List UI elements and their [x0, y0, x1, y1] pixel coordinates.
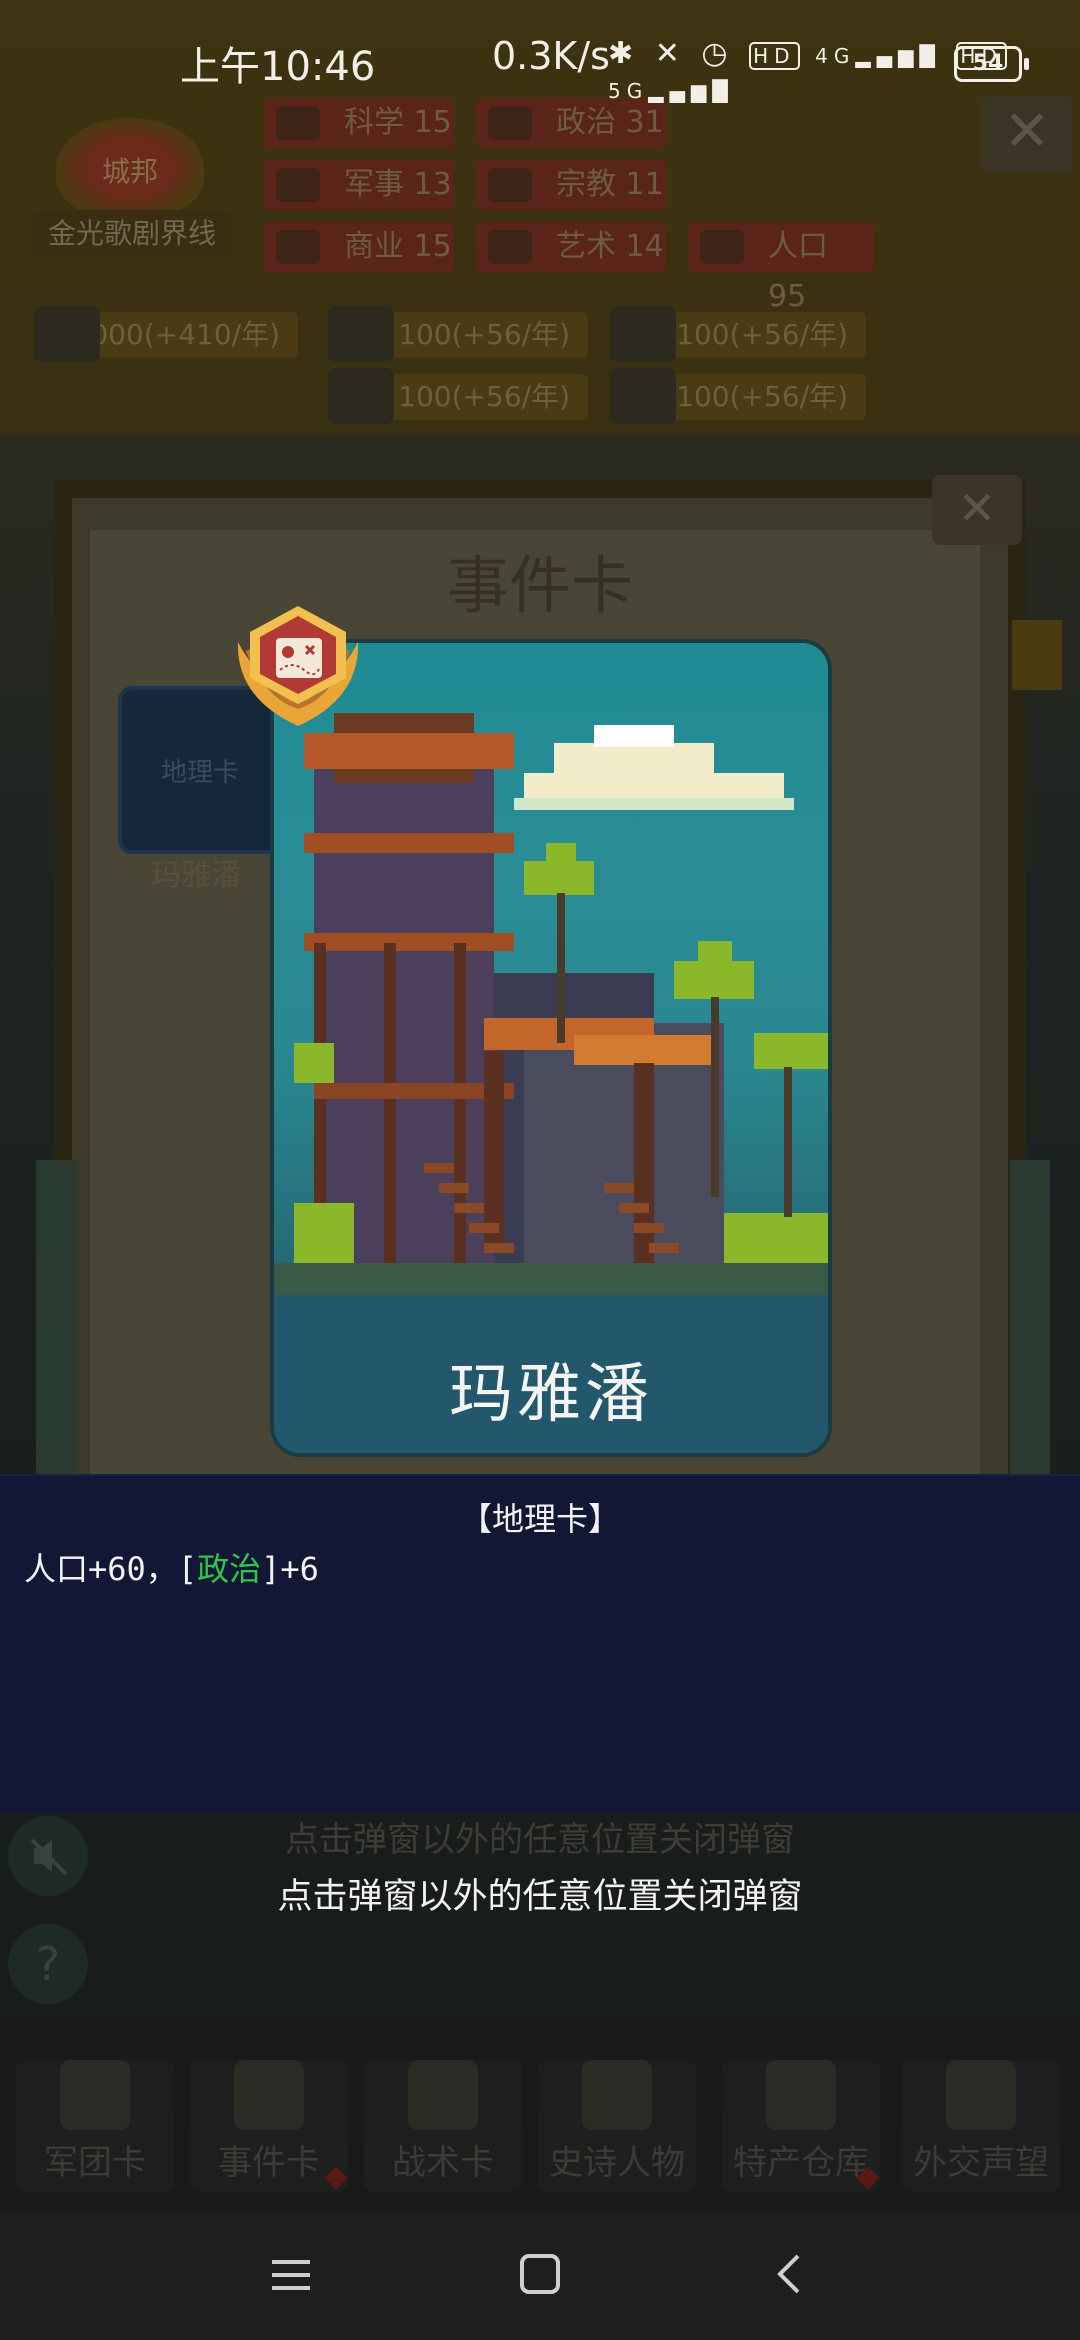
- panel-close-button[interactable]: ✕: [932, 475, 1022, 545]
- geography-card-popup: 玛雅潘: [274, 643, 828, 1453]
- stat-population: 人口 95: [688, 222, 874, 314]
- panel-title: 事件卡: [446, 549, 633, 622]
- tab-legion-card[interactable]: 军团卡: [16, 2060, 174, 2192]
- effect-text-prefix: 人口+60，[: [24, 1550, 198, 1588]
- art-icon: [488, 230, 532, 264]
- stat-commerce: 商业 15: [264, 222, 454, 272]
- mute-icon: ✕: [654, 36, 686, 71]
- helmet-icon: [60, 2060, 130, 2130]
- effect-highlight: 政治: [197, 1550, 262, 1588]
- help-button[interactable]: ?: [8, 1924, 88, 2004]
- wood-icon: [328, 306, 394, 362]
- gold-icon: [34, 306, 100, 362]
- cloud: [514, 725, 794, 810]
- 4g-signal-icon: 4G▂▄▆█: [815, 44, 941, 68]
- stat-religion: 宗教 11: [476, 160, 666, 210]
- stone-icon: [328, 368, 394, 424]
- stat-military: 军事 13: [264, 160, 454, 210]
- bluetooth-icon: ✱: [608, 36, 640, 71]
- cannon-icon: [234, 2060, 304, 2130]
- thumbnail-label: 地理卡: [160, 758, 239, 788]
- panel-side-ornament: [1010, 1160, 1050, 1480]
- hd-icon: HD: [749, 42, 800, 70]
- battery-icon: 54: [954, 46, 1029, 82]
- panel-side-ornament: [1012, 620, 1062, 690]
- network-speed: 0.3K/s: [492, 34, 610, 78]
- tab-specialty-warehouse[interactable]: 特产仓库: [722, 2060, 880, 2192]
- 5g-signal-icon: 5G▂▄▆█: [608, 79, 734, 103]
- city-badge-label: 城邦: [101, 155, 158, 188]
- resource-wood: 100(+56/年): [328, 306, 588, 362]
- military-icon: [276, 168, 320, 202]
- religion-icon: [488, 168, 532, 202]
- effect-text-suffix: ]+6: [261, 1550, 319, 1588]
- thumbnail-name: 玛雅潘: [151, 858, 241, 893]
- tab-event-card[interactable]: 事件卡: [190, 2060, 348, 2192]
- crown-icon: [582, 2060, 652, 2130]
- resource-stone: 100(+56/年): [328, 368, 588, 424]
- back-icon[interactable]: [754, 2244, 824, 2304]
- home-icon[interactable]: [505, 2244, 575, 2304]
- card-effect: 人口+60，[政治]+6: [24, 1544, 319, 1590]
- resource-iron: 100(+56/年): [610, 306, 866, 362]
- status-bar: 上午10:46 0.3K/s ✱ ✕ ◷ HD 4G▂▄▆█ HD 5G▂▄▆█…: [0, 0, 1080, 120]
- iron-icon: [610, 306, 676, 362]
- map-badge-icon: [237, 606, 359, 726]
- card-name: 玛雅潘: [449, 1358, 653, 1432]
- meat-icon: [610, 368, 676, 424]
- resource-gold: 1000(+410/年): [34, 306, 298, 362]
- bottom-tab-bar: 军团卡 事件卡 战术卡 史诗人物 特产仓库 外交声望: [10, 2050, 1080, 2200]
- tab-tactics-card[interactable]: 战术卡: [364, 2060, 522, 2192]
- tab-epic-figures[interactable]: 史诗人物: [538, 2060, 696, 2192]
- alarm-icon: ◷: [701, 36, 734, 71]
- resource-meat: 100(+56/年): [610, 368, 866, 424]
- panel-side-ornament: [36, 1160, 76, 1480]
- city-name: 金光歌剧界线: [32, 210, 232, 258]
- card-type-label: 【地理卡】: [459, 1500, 620, 1538]
- treasure-chest-icon: [766, 2060, 836, 2130]
- city-emblem: 城邦: [56, 118, 204, 218]
- clock: 上午10:46: [180, 44, 376, 90]
- stat-art: 艺术 14: [476, 222, 666, 272]
- population-icon: [700, 230, 744, 264]
- menu-icon[interactable]: [256, 2244, 326, 2304]
- tab-diplomacy-reputation[interactable]: 外交声望: [902, 2060, 1060, 2192]
- commerce-icon: [276, 230, 320, 264]
- letter-icon: [946, 2060, 1016, 2130]
- navigation-bar: [0, 2210, 1080, 2340]
- close-hint: 点击弹窗以外的任意位置关闭弹窗: [277, 1877, 803, 1917]
- card-description-panel: 【地理卡】 人口+60，[政治]+6: [0, 1474, 1080, 1812]
- dim-close-hint: 点击弹窗以外的任意位置关闭弹窗: [285, 1820, 795, 1860]
- compass-icon: [408, 2060, 478, 2130]
